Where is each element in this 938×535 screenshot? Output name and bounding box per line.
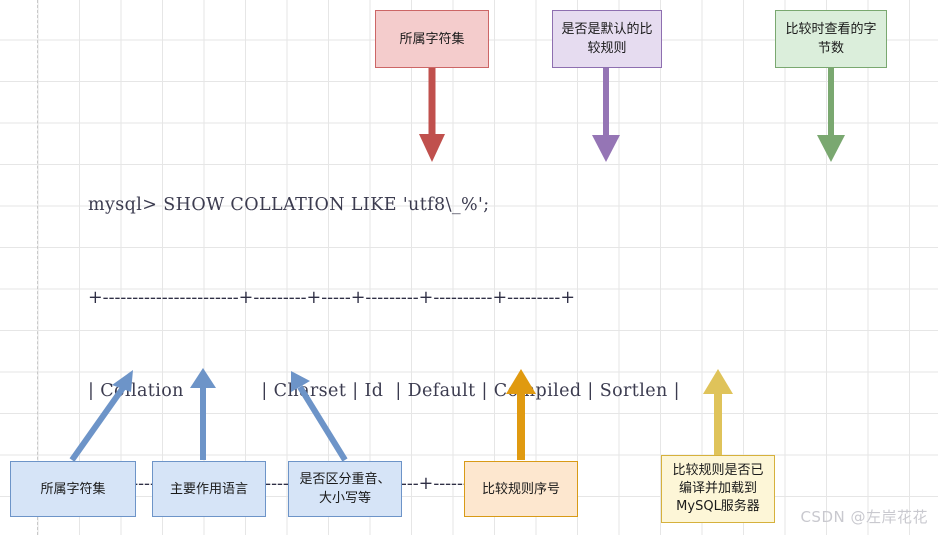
diagram-canvas: 所属字符集 是否是默认的比 较规则 比较时查看的字 节数 mysql> SHOW… (0, 0, 938, 535)
watermark-text: CSDN @左岸花花 (800, 508, 928, 526)
callout-collation-case-label: 是否区分重音、 大小写等 (299, 472, 391, 506)
terminal-header-row: | Collation | Charset | Id | Default | C… (88, 381, 680, 401)
callout-charset-label: 所属字符集 (399, 31, 465, 47)
terminal-prompt-line: mysql> SHOW COLLATION LIKE 'utf8\_%'; (88, 195, 490, 215)
callout-collation-charset[interactable]: 所属字符集 (10, 461, 136, 517)
callout-collation-case[interactable]: 是否区分重音、 大小写等 (288, 461, 402, 517)
callout-collation-language[interactable]: 主要作用语言 (152, 461, 266, 517)
callout-compiled[interactable]: 比较规则是否已 编译并加载到 MySQL服务器 (661, 455, 775, 523)
callout-charset[interactable]: 所属字符集 (375, 10, 489, 68)
callout-sortlen-label: 比较时查看的字 节数 (785, 22, 877, 56)
terminal-separator-top: +-----------------------+---------+-----… (88, 288, 575, 308)
arrow-compiled-up (703, 369, 733, 455)
callout-id[interactable]: 比较规则序号 (464, 461, 578, 517)
callout-collation-language-label: 主要作用语言 (169, 481, 248, 497)
canvas-guide-line (37, 0, 38, 535)
callout-default[interactable]: 是否是默认的比 较规则 (552, 10, 662, 68)
callout-sortlen[interactable]: 比较时查看的字 节数 (775, 10, 887, 68)
callout-default-label: 是否是默认的比 较规则 (561, 22, 653, 56)
callout-compiled-label: 比较规则是否已 编译并加载到 MySQL服务器 (672, 463, 764, 514)
callout-collation-charset-label: 所属字符集 (40, 481, 106, 497)
arrow-sortlen-down (817, 68, 845, 162)
callout-id-label: 比较规则序号 (481, 481, 560, 497)
